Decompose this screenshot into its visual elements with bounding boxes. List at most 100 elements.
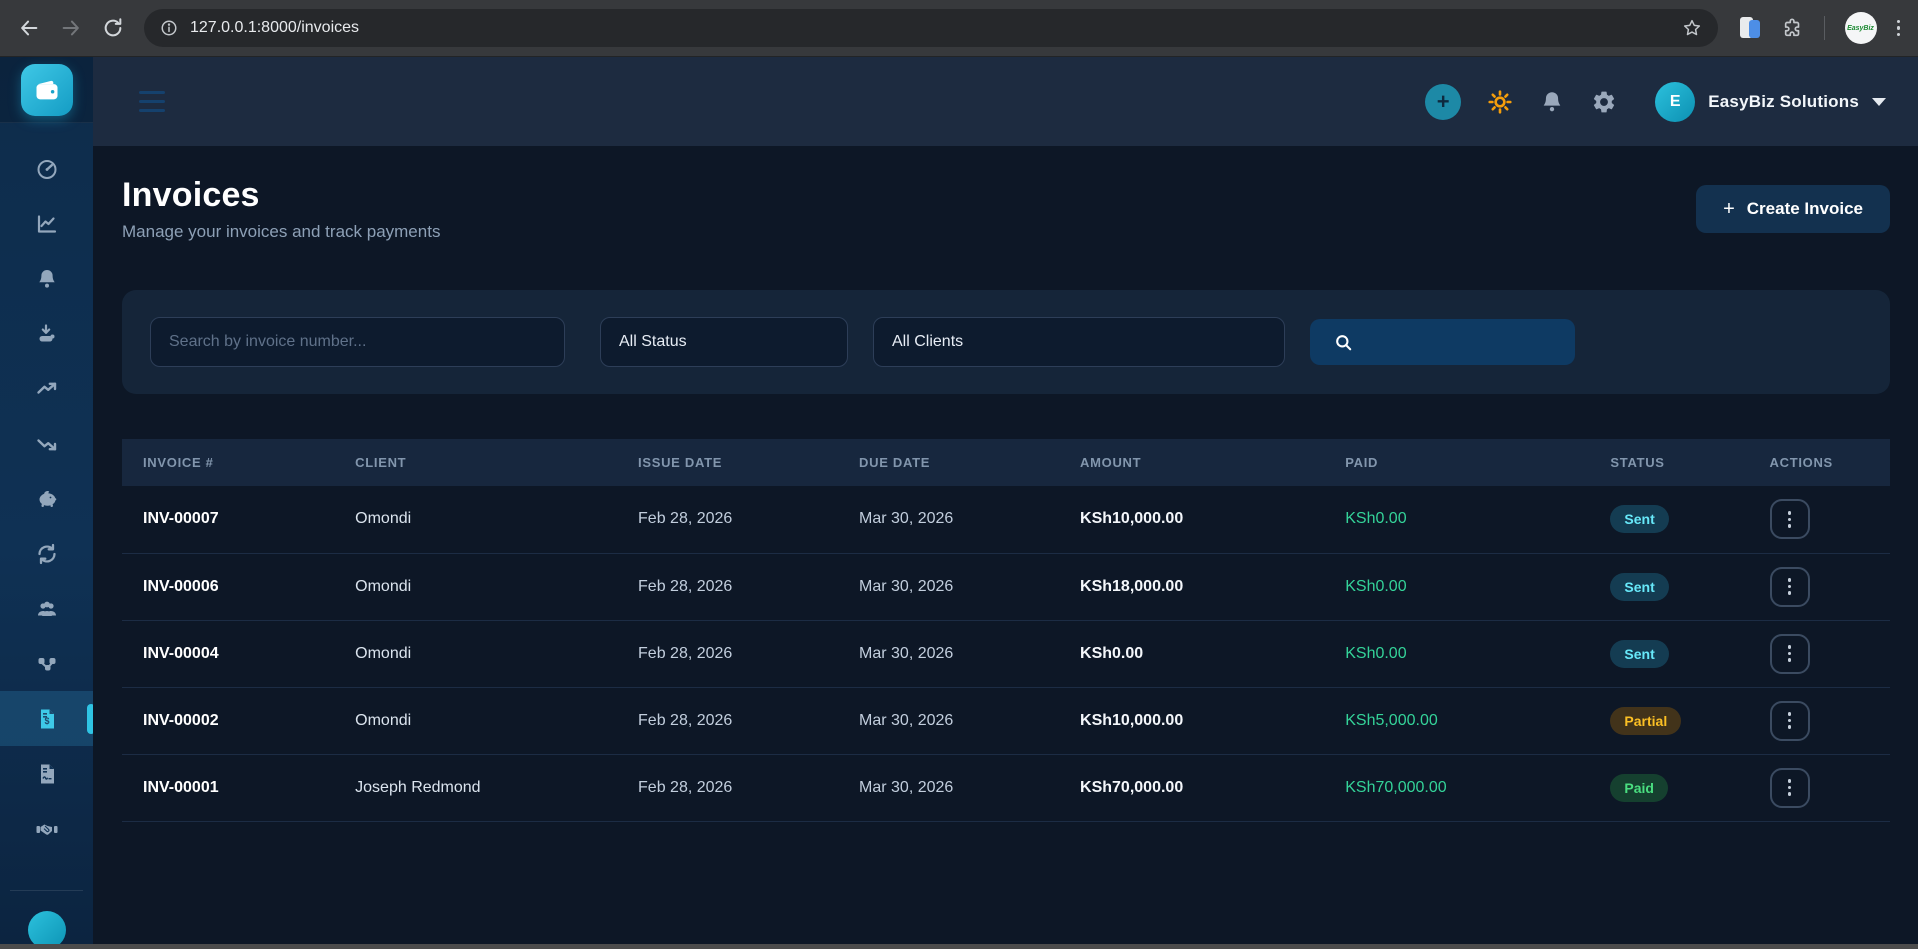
search-input[interactable]: [150, 317, 565, 367]
sidebar-item-notifications[interactable]: [0, 251, 93, 306]
extensions-icon[interactable]: [1782, 17, 1804, 39]
table-row: INV-00002OmondiFeb 28, 2026Mar 30, 2026 K…: [122, 687, 1890, 754]
users-icon: [35, 597, 59, 621]
share-nodes-icon: [35, 652, 59, 676]
client-filter-select[interactable]: All Clients: [873, 317, 1285, 367]
toolbar-divider: [1824, 16, 1825, 40]
table-row: INV-00001Joseph RedmondFeb 28, 2026Mar 3…: [122, 754, 1890, 821]
search-button[interactable]: [1310, 319, 1575, 365]
status-badge: Sent: [1610, 640, 1668, 668]
bell-icon: [35, 267, 59, 291]
create-invoice-button[interactable]: + Create Invoice: [1696, 185, 1890, 233]
download-tray-icon: [35, 322, 59, 346]
amount-cell: KSh18,000.00: [1059, 553, 1324, 620]
invoices-table: Invoice # Client Issue Date Due Date Amo…: [122, 439, 1890, 822]
status-badge: Partial: [1610, 707, 1681, 735]
taskbar-edge: [0, 944, 1918, 949]
sidebar-item-income[interactable]: [0, 361, 93, 416]
sidebar-item-savings[interactable]: [0, 471, 93, 526]
issue-date-cell: Feb 28, 2026: [617, 553, 838, 620]
browser-profile-avatar[interactable]: EasyBiz: [1845, 12, 1877, 44]
logo-box: [0, 57, 93, 123]
notifications-bell-icon[interactable]: [1539, 89, 1565, 115]
app-logo[interactable]: [21, 64, 73, 116]
back-icon[interactable]: [18, 17, 40, 39]
plus-icon: +: [1437, 91, 1450, 113]
status-cell: Sent: [1589, 486, 1748, 553]
col-header-amount: Amount: [1059, 439, 1324, 486]
table-header-row: Invoice # Client Issue Date Due Date Amo…: [122, 439, 1890, 486]
due-date-cell: Mar 30, 2026: [838, 687, 1059, 754]
col-header-due-date: Due Date: [838, 439, 1059, 486]
row-actions-kebab-button[interactable]: [1770, 701, 1810, 741]
forward-icon[interactable]: [60, 17, 82, 39]
sidebar-item-connections[interactable]: [0, 636, 93, 691]
status-filter-select[interactable]: All Status: [600, 317, 848, 367]
amount-cell: KSh70,000.00: [1059, 754, 1324, 821]
invoice-number-cell: INV-00004: [122, 620, 334, 687]
row-actions-kebab-button[interactable]: [1770, 634, 1810, 674]
amount-cell: KSh10,000.00: [1059, 486, 1324, 553]
invoice-number-cell: INV-00006: [122, 553, 334, 620]
browser-toolbar: 127.0.0.1:8000/invoices EasyBiz: [0, 0, 1918, 57]
status-badge: Sent: [1610, 573, 1668, 601]
paid-cell: KSh5,000.00: [1324, 687, 1589, 754]
actions-cell: [1749, 687, 1890, 754]
quote-document-icon: [35, 762, 59, 786]
dashboard-gauge-icon: [35, 157, 59, 181]
col-header-client: Client: [334, 439, 617, 486]
browser-menu-icon[interactable]: [1897, 20, 1901, 37]
client-cell: Omondi: [334, 486, 617, 553]
actions-cell: [1749, 620, 1890, 687]
account-avatar: E: [1655, 82, 1695, 122]
issue-date-cell: Feb 28, 2026: [617, 486, 838, 553]
sidebar-item-import[interactable]: [0, 306, 93, 361]
search-icon: [1334, 333, 1353, 352]
app-header: + E EasyBiz Solutions: [93, 57, 1918, 146]
status-cell: Sent: [1589, 620, 1748, 687]
side-panel-icon[interactable]: [1738, 16, 1762, 40]
table-row: INV-00006OmondiFeb 28, 2026Mar 30, 2026K…: [122, 553, 1890, 620]
theme-toggle-sun-icon[interactable]: [1487, 89, 1513, 115]
settings-gear-icon[interactable]: [1591, 89, 1617, 115]
sidebar: $: [0, 57, 93, 949]
status-cell: Partial: [1589, 687, 1748, 754]
status-cell: Sent: [1589, 553, 1748, 620]
sidebar-item-quotes[interactable]: [0, 746, 93, 801]
issue-date-cell: Feb 28, 2026: [617, 687, 838, 754]
col-header-invoice: Invoice #: [122, 439, 334, 486]
sidebar-item-analytics[interactable]: [0, 196, 93, 251]
issue-date-cell: Feb 28, 2026: [617, 620, 838, 687]
quick-add-button[interactable]: +: [1425, 84, 1461, 120]
sync-icon: [35, 542, 59, 566]
reload-icon[interactable]: [102, 17, 124, 39]
address-bar[interactable]: 127.0.0.1:8000/invoices: [144, 9, 1718, 47]
trending-up-icon: [35, 377, 59, 401]
col-header-actions: Actions: [1749, 439, 1890, 486]
account-menu[interactable]: E EasyBiz Solutions: [1655, 82, 1886, 122]
due-date-cell: Mar 30, 2026: [838, 486, 1059, 553]
line-chart-icon: [35, 212, 59, 236]
row-actions-kebab-button[interactable]: [1770, 567, 1810, 607]
row-actions-kebab-button[interactable]: [1770, 768, 1810, 808]
client-cell: Omondi: [334, 620, 617, 687]
chevron-down-icon: [1872, 98, 1886, 106]
sidebar-item-recurring[interactable]: [0, 526, 93, 581]
status-badge: Sent: [1610, 505, 1668, 533]
account-name: EasyBiz Solutions: [1708, 92, 1859, 112]
sidebar-item-expenses[interactable]: [0, 416, 93, 471]
sidebar-item-clients[interactable]: [0, 581, 93, 636]
sidebar-item-deals[interactable]: [0, 801, 93, 856]
invoice-number-cell: INV-00007: [122, 486, 334, 553]
status-cell: Paid: [1589, 754, 1748, 821]
client-cell: Omondi: [334, 687, 617, 754]
menu-toggle-icon[interactable]: [139, 91, 165, 112]
invoice-number-cell: INV-00002: [122, 687, 334, 754]
site-info-icon[interactable]: [160, 19, 178, 37]
row-actions-kebab-button[interactable]: [1770, 499, 1810, 539]
filter-bar: All Status All Clients: [122, 290, 1890, 394]
bookmark-star-icon[interactable]: [1682, 18, 1702, 38]
sidebar-item-invoices[interactable]: $: [0, 691, 93, 746]
col-header-paid: Paid: [1324, 439, 1589, 486]
sidebar-item-dashboard[interactable]: [0, 141, 93, 196]
